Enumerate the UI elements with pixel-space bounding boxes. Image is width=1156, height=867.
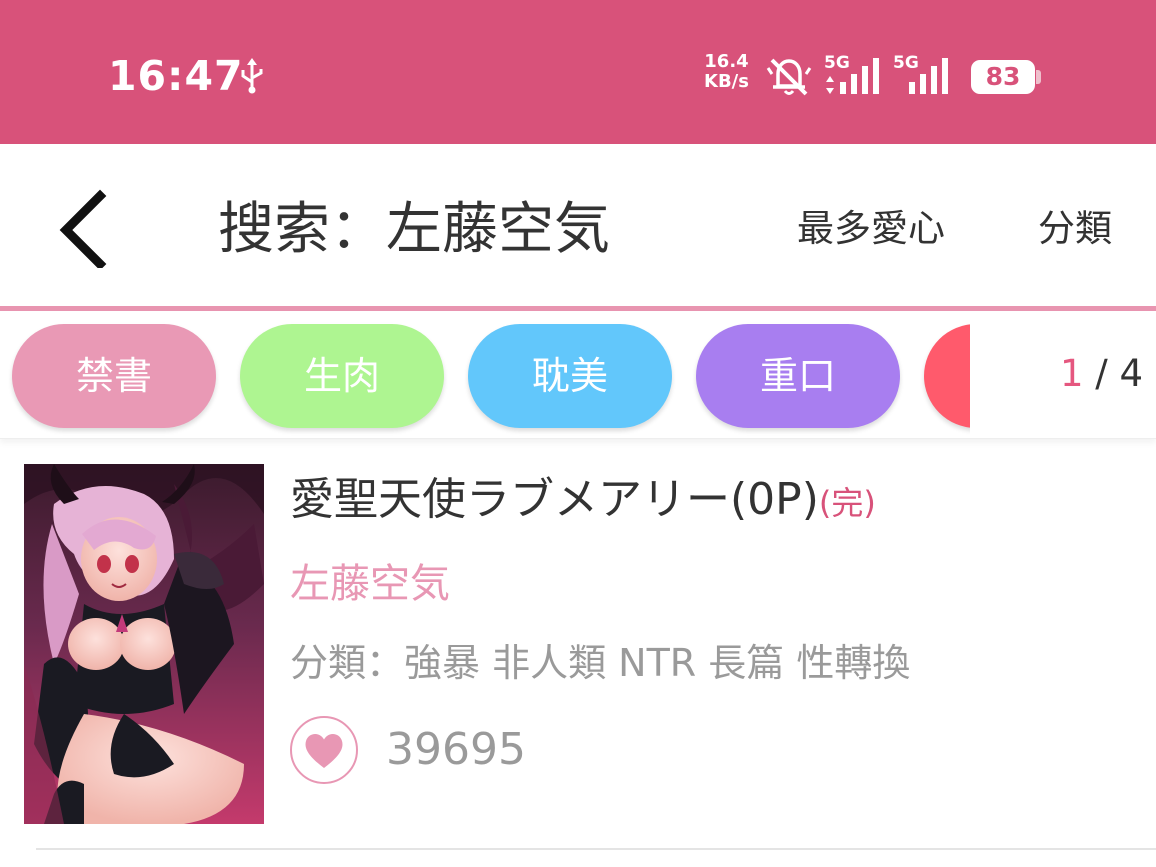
chevron-left-icon [59,189,107,271]
page-title: 搜索：左藤空気 [218,194,610,266]
book-categories: 分類：強暴 非人類 NTR 長篇 性轉換 [290,641,911,685]
like-button[interactable] [290,716,358,784]
cover-illustration [24,464,264,824]
tag-chip-partial[interactable] [924,324,970,428]
signal-bars-icon: 5G [893,53,948,94]
row-divider [36,848,1156,850]
sort-most-likes-button[interactable]: 最多愛心 [797,206,945,252]
usb-icon [241,58,263,94]
status-bar: 16:47 16.4 KB/s 5G 5G 83 [0,0,1156,144]
back-button[interactable] [50,188,120,271]
like-count: 39695 [386,724,526,775]
sim2-label: 5G [893,53,919,73]
tag-chip-shengrou[interactable]: 生肉 [240,324,444,428]
network-speed-value: 16.4 [704,51,749,72]
signal-sim2: 5G [893,52,957,100]
tag-chip-jinshu[interactable]: 禁書 [12,324,216,428]
cover-image[interactable] [24,464,264,824]
tag-page-indicator: 1 / 4 [1060,351,1143,397]
list-item[interactable]: 愛聖天使ラブメアリー(0P)(完) 左藤空気 分類：強暴 非人類 NTR 長篇 … [0,440,1156,850]
sim1-label: 5G [824,53,850,73]
tag-chip-danmei[interactable]: 耽美 [468,324,672,428]
tag-chip-zhongkou[interactable]: 重口 [696,324,900,428]
network-speed-unit: KB/s [704,71,749,92]
search-query: 左藤空気 [386,197,610,262]
mute-bell-icon [766,58,812,96]
battery-icon: 83 [971,60,1035,94]
title-prefix: 搜索： [218,197,386,262]
category-button[interactable]: 分類 [1038,206,1112,252]
page-total: 4 [1119,352,1144,395]
book-title[interactable]: 愛聖天使ラブメアリー(0P)(完) [290,472,876,531]
page-current: 1 [1060,352,1084,395]
heart-icon [305,733,343,768]
page-separator: / [1083,352,1120,395]
tag-bar: 禁書 生肉 耽美 重口 1 / 4 [0,311,1156,439]
book-status: (完) [818,484,876,522]
book-author[interactable]: 左藤空気 [290,558,450,610]
signal-bars-icon: 5G [824,53,879,94]
status-time: 16:47 [108,52,244,100]
battery-tip [1036,70,1041,84]
network-speed: 16.4 KB/s [704,52,749,92]
app-header: 搜索：左藤空気 最多愛心 分類 [0,144,1156,306]
signal-sim1: 5G [824,52,888,100]
book-title-text: 愛聖天使ラブメアリー(0P) [290,474,819,525]
tag-scroller[interactable]: 禁書 生肉 耽美 重口 [0,311,970,439]
